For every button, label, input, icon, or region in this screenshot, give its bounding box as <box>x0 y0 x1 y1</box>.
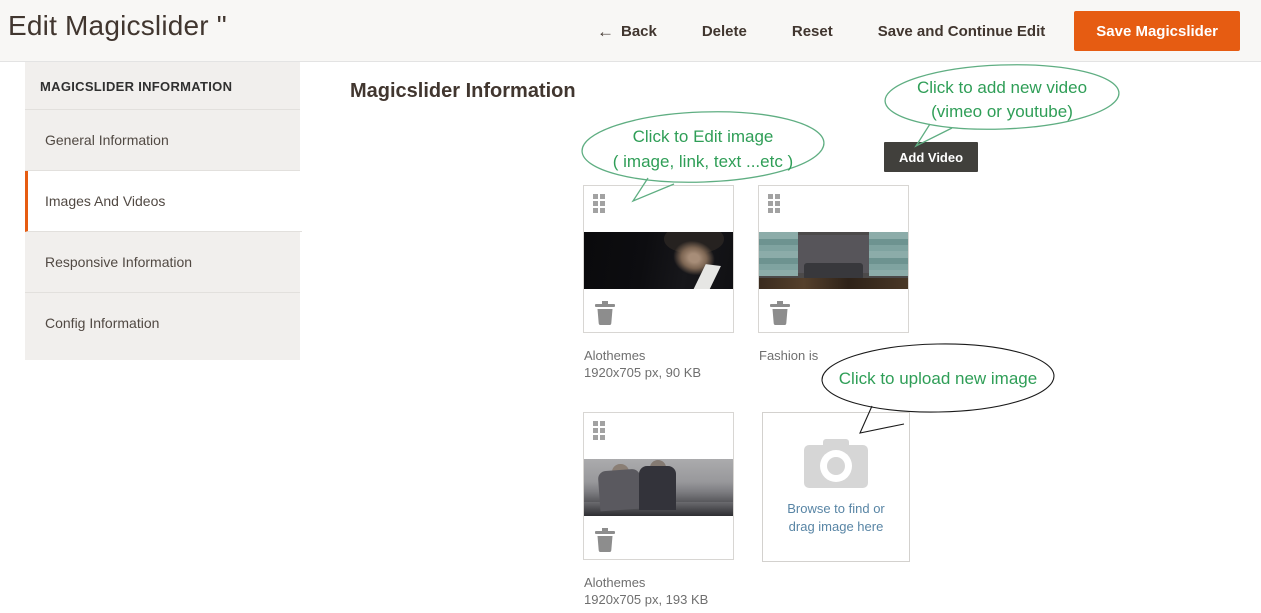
slide-thumbnail <box>584 232 733 289</box>
trash-icon[interactable] <box>769 300 791 326</box>
back-arrow-icon: ← <box>597 23 614 40</box>
add-video-button[interactable]: Add Video <box>884 142 978 172</box>
slide-title: Alothemes <box>584 347 701 364</box>
drag-handle-icon[interactable] <box>593 421 605 440</box>
camera-icon <box>803 437 869 489</box>
header-actions: ← Back Delete Reset Save and Continue Ed… <box>597 0 1240 62</box>
slide-title: Fashion is <box>759 347 818 364</box>
trash-icon[interactable] <box>594 527 616 553</box>
browse-link[interactable]: Browse to find or drag image here <box>780 500 892 536</box>
slide-card[interactable] <box>583 412 734 560</box>
slide-caption: Alothemes 1920x705 px, 90 KB <box>584 347 701 381</box>
trash-icon[interactable] <box>594 300 616 326</box>
slide-card[interactable] <box>583 185 734 333</box>
slide-thumbnail <box>759 232 908 289</box>
sidebar-item-images-and-videos[interactable]: Images And Videos <box>25 171 302 232</box>
sidebar-header: MAGICSLIDER INFORMATION <box>25 62 300 110</box>
sidebar-item-general-information[interactable]: General Information <box>25 110 300 171</box>
slide-card[interactable] <box>758 185 909 333</box>
edit-magicslider-page: Edit Magicslider " ← Back Delete Reset S… <box>0 0 1261 613</box>
slide-caption: Alothemes 1920x705 px, 193 KB <box>584 574 708 608</box>
sidebar: MAGICSLIDER INFORMATION General Informat… <box>25 62 300 360</box>
page-header: Edit Magicslider " ← Back Delete Reset S… <box>0 0 1261 62</box>
save-magicslider-button[interactable]: Save Magicslider <box>1074 11 1240 51</box>
add-video-bubble <box>875 60 1135 155</box>
slide-meta: 1920x705 px, 90 KB <box>584 364 701 381</box>
page-title: Edit Magicslider " <box>8 10 227 42</box>
slide-thumbnail <box>584 459 733 516</box>
slide-title: Alothemes <box>584 574 708 591</box>
sidebar-item-responsive-information[interactable]: Responsive Information <box>25 232 300 293</box>
edit-image-annotation: Click to Edit image ( image, link, text … <box>583 124 823 174</box>
slide-caption: Fashion is <box>759 347 818 364</box>
reset-button[interactable]: Reset <box>792 23 833 40</box>
sidebar-item-config-information[interactable]: Config Information <box>25 293 300 353</box>
slide-meta: 1920x705 px, 193 KB <box>584 591 708 608</box>
upload-image-annotation: Click to upload new image <box>822 369 1054 389</box>
section-heading: Magicslider Information <box>350 80 576 103</box>
add-video-annotation: Click to add new video (vimeo or youtube… <box>882 76 1122 124</box>
back-label: Back <box>621 23 657 40</box>
drag-handle-icon[interactable] <box>593 194 605 213</box>
save-continue-button[interactable]: Save and Continue Edit <box>878 23 1046 40</box>
back-button[interactable]: ← Back <box>597 23 657 40</box>
drag-handle-icon[interactable] <box>768 194 780 213</box>
image-upload-dropzone[interactable]: Browse to find or drag image here <box>762 412 910 562</box>
delete-button[interactable]: Delete <box>702 23 747 40</box>
